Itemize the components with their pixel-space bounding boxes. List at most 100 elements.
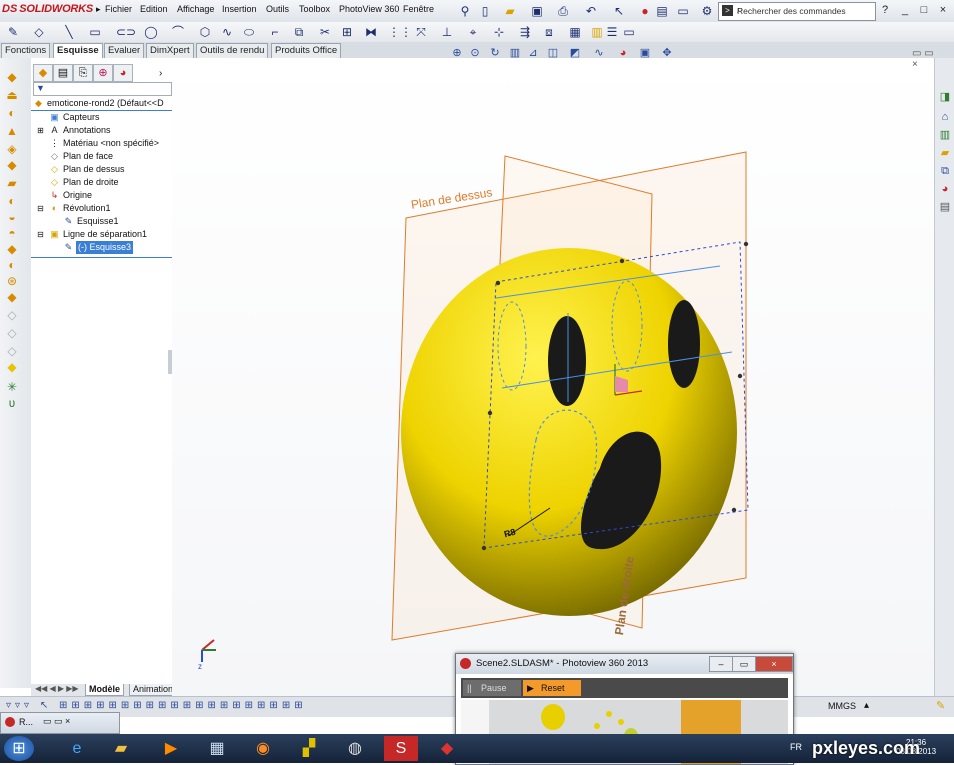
units-indicator[interactable]: MMGS xyxy=(828,701,856,711)
dimxpert-manager-tab-icon[interactable]: ⊕ xyxy=(93,64,113,82)
boundary-boss-icon[interactable]: ◈ xyxy=(5,142,19,156)
draft-feature-icon[interactable]: ◇ xyxy=(5,308,19,322)
resources-icon[interactable]: ◨ xyxy=(938,90,952,104)
undo-icon[interactable]: ↶ xyxy=(584,4,598,18)
tree-item-origine[interactable]: ↳ Origine xyxy=(31,189,172,202)
trim-icon[interactable]: ✂ xyxy=(318,25,332,39)
sketch-contour-icon[interactable]: ▥ xyxy=(590,25,604,39)
appearances-icon[interactable]: ◕ xyxy=(938,182,952,196)
sketch-point[interactable] xyxy=(619,258,625,264)
tree-item-materiau[interactable]: ⋮ Matériau <non spécifié> xyxy=(31,137,172,150)
design-library-icon[interactable]: ▥ xyxy=(938,128,952,142)
loft-boss-icon[interactable]: ▲ xyxy=(5,124,19,138)
tree-item-plan-de-droite[interactable]: ◇ Plan de droite xyxy=(31,176,172,189)
sketch-point[interactable] xyxy=(487,410,493,416)
command-search-input[interactable]: > Rechercher des commandes ⌕ xyxy=(718,2,876,21)
sketch-point[interactable] xyxy=(737,373,743,379)
file-explorer-icon[interactable]: ▰ xyxy=(938,146,952,160)
menu-outils[interactable]: Outils xyxy=(266,4,289,18)
mirror-icon[interactable]: ⧓ xyxy=(364,25,378,39)
repair-sketch-icon[interactable]: ⌖ xyxy=(466,25,480,39)
circle-icon[interactable]: ◯ xyxy=(144,25,158,39)
intersect-feature-icon[interactable]: ◆ xyxy=(5,360,19,374)
graphics-viewport[interactable]: ⊕ ⊙ ↻ ▥ ⊿ ◫ ◩ ∿ ◕ ▣ ✥ ▭ ▭ × Plan de dess… xyxy=(172,47,934,696)
display-relations-icon[interactable]: ⊥ xyxy=(440,25,454,39)
select-arrow-icon[interactable]: ↖ xyxy=(612,4,626,18)
minimized-window[interactable]: R... ▭ ▭ × xyxy=(0,712,120,734)
close-button[interactable]: × xyxy=(936,3,950,17)
rib-feature-icon[interactable]: ◆ xyxy=(5,290,19,304)
tree-item-plan-de-dessus[interactable]: ◇ Plan de dessus xyxy=(31,163,172,176)
extrude-boss-icon[interactable]: ◆ xyxy=(5,70,19,84)
offset-icon[interactable]: ⧉ xyxy=(292,25,306,39)
menu-arrow-icon[interactable]: ▸ xyxy=(96,4,101,15)
tab-evaluer[interactable]: Evaluer xyxy=(104,43,145,58)
linear-pattern-icon[interactable]: ⋮⋮ xyxy=(388,25,412,39)
instant-2d-icon[interactable]: ⧈ xyxy=(542,25,556,39)
boundary-cut-icon[interactable]: ◆ xyxy=(5,242,19,256)
curves-icon[interactable]: ʋ xyxy=(5,396,19,410)
save-icon[interactable]: ▣ xyxy=(530,4,544,18)
tree-item-ligne-de-separation1[interactable]: ⊟ ▣ Ligne de séparation1 xyxy=(31,228,172,241)
language-indicator[interactable]: FR xyxy=(790,742,802,752)
maximize-button[interactable]: □ xyxy=(917,3,931,17)
mini-window-controls[interactable]: ▭ ▭ × xyxy=(43,716,70,727)
collapse-icon[interactable]: ⊟ xyxy=(35,229,46,240)
configuration-manager-tab-icon[interactable]: ⎘ xyxy=(73,64,93,82)
sketch-point[interactable] xyxy=(743,241,749,247)
custom-properties-icon[interactable]: ▤ xyxy=(938,200,952,214)
menu-fichier[interactable]: Fichier xyxy=(105,4,132,18)
new-document-icon[interactable]: ▯ xyxy=(478,4,492,18)
property-manager-tab-icon[interactable]: ▤ xyxy=(53,64,73,82)
revolve-cut-icon[interactable]: ◐ xyxy=(5,194,19,208)
sweep-boss-icon[interactable]: ◐ xyxy=(5,106,19,120)
status-toolbar-icons[interactable]: ▿▿▿ ↖ ⊞⊞⊞⊞⊞⊞⊞⊞⊞⊞⊞⊞⊞⊞⊞⊞⊞⊞⊞⊞ xyxy=(6,700,307,711)
search-icon[interactable]: ⌕ xyxy=(737,4,871,17)
reference-geometry-icon[interactable]: ✳ xyxy=(5,380,19,394)
settings-gear-icon[interactable]: ⚙ xyxy=(700,4,714,18)
units-dropdown-icon[interactable]: ▴ xyxy=(864,700,869,711)
sketch-picture-icon[interactable]: ▭ xyxy=(622,25,636,39)
arc-icon[interactable]: ⌒ xyxy=(171,25,185,39)
tree-item-esquisse3[interactable]: ✎ (-) Esquisse3 xyxy=(31,241,172,254)
menu-photoview[interactable]: PhotoView 360 xyxy=(339,4,399,18)
status-note-icon[interactable]: ✎ xyxy=(936,699,945,712)
start-button-icon[interactable]: ⊞ xyxy=(4,736,34,761)
expand-icon[interactable]: ⊞ xyxy=(35,125,46,136)
minimize-button[interactable]: _ xyxy=(898,3,912,17)
fillet-icon[interactable]: ⌐ xyxy=(268,25,282,39)
extrude-cut-icon[interactable]: ◆ xyxy=(5,158,19,172)
photoview-titlebar[interactable]: Scene2.SLDASM* - Photoview 360 2013 – ▭ … xyxy=(456,654,793,674)
quick-snaps-icon[interactable]: ⊹ xyxy=(492,25,506,39)
tab-outils-de-rendu[interactable]: Outils de rendu xyxy=(196,43,269,58)
tab-modele[interactable]: Modèle xyxy=(85,684,125,696)
help-icon[interactable]: ? xyxy=(878,3,892,17)
tab-nav-icon[interactable]: ◀◀ ◀ ▶ ▶▶ xyxy=(35,684,79,693)
tree-item-annotations[interactable]: ⊞ A Annotations xyxy=(31,124,172,137)
camera-app-icon[interactable]: ◍ xyxy=(338,736,372,761)
file-properties-icon[interactable]: ▭ xyxy=(676,4,690,18)
collapse-icon[interactable]: ⊟ xyxy=(35,203,46,214)
polygon-icon[interactable]: ⬡ xyxy=(198,25,212,39)
photoview-minimize-button[interactable]: – xyxy=(709,656,733,672)
sketch-point[interactable] xyxy=(495,280,501,286)
file-explorer-taskbar-icon[interactable]: ▰ xyxy=(104,736,138,761)
feature-filter-input[interactable]: ▼ xyxy=(33,82,172,96)
home-icon[interactable]: ⌂ xyxy=(938,110,952,124)
convert-entities-icon[interactable]: ⊞ xyxy=(340,25,354,39)
shell-feature-icon[interactable]: ◇ xyxy=(5,326,19,340)
sketch-icon[interactable]: ✎ xyxy=(6,25,20,39)
calculator-icon[interactable]: ▦ xyxy=(200,736,234,761)
revolve-boss-icon[interactable]: ⏏ xyxy=(5,88,19,102)
rectangle-icon[interactable]: ▭ xyxy=(88,25,102,39)
tree-item-revolution1[interactable]: ⊟ ◐ Révolution1 xyxy=(31,202,172,215)
sketch-point[interactable] xyxy=(481,545,487,551)
internet-explorer-icon[interactable]: e xyxy=(60,736,94,761)
menu-fenetre[interactable]: Fenêtre xyxy=(403,4,434,18)
feature-tree-tab-icon[interactable]: ◆ xyxy=(33,64,53,82)
line-icon[interactable]: ╲ xyxy=(62,25,76,39)
tree-root[interactable]: ◆ emoticone-rond2 (Défaut<<D xyxy=(31,97,172,110)
view-palette-icon[interactable]: ⧉ xyxy=(938,164,952,178)
move-entities-icon[interactable]: ⤧ xyxy=(414,25,428,39)
fillet-feature-icon[interactable]: ◐ xyxy=(5,258,19,272)
